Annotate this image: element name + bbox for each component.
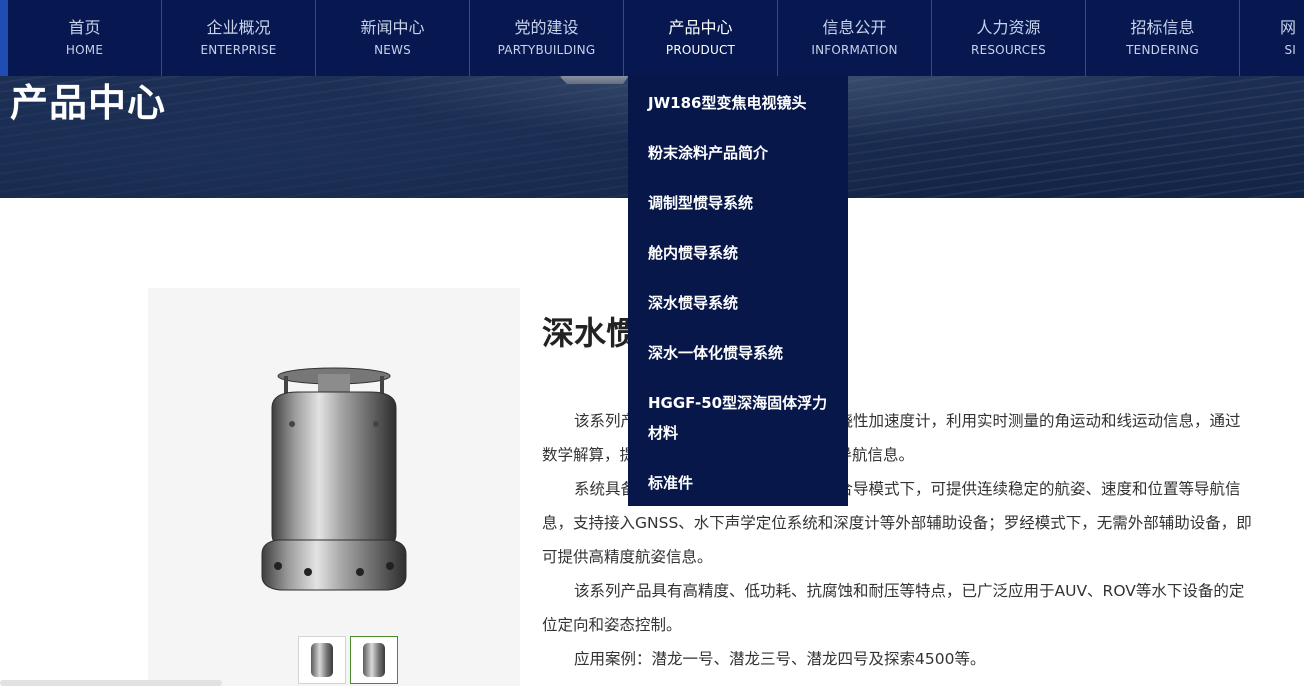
thumbnail-strip bbox=[298, 636, 398, 684]
description-paragraph: 该系列产品具有高精度、低功耗、抗腐蚀和耐压等特点，已广泛应用于AUV、ROV等水… bbox=[542, 582, 1245, 634]
nav-item-news[interactable]: 新闻中心 NEWS bbox=[316, 0, 470, 76]
menu-item-modulated-ins[interactable]: 调制型惯导系统 bbox=[628, 178, 848, 228]
horizontal-scrollbar[interactable] bbox=[0, 680, 222, 686]
thumbnail-2[interactable] bbox=[350, 636, 398, 684]
product-dropdown-menu: JW186型变焦电视镜头 粉末涂料产品简介 调制型惯导系统 舱内惯导系统 深水惯… bbox=[628, 76, 848, 506]
thumbnail-1[interactable] bbox=[298, 636, 346, 684]
nav-item-product[interactable]: 产品中心 PROUDUCT bbox=[624, 0, 778, 76]
nav-item-tendering[interactable]: 招标信息 TENDERING bbox=[1086, 0, 1240, 76]
menu-item-deepwater-ins[interactable]: 深水惯导系统 bbox=[628, 278, 848, 328]
banner-title: 产品中心 bbox=[10, 81, 167, 125]
product-image bbox=[261, 367, 407, 591]
menu-item-jw186-lens[interactable]: JW186型变焦电视镜头 bbox=[628, 78, 848, 128]
nav-item-sitemap[interactable]: 网 SI bbox=[1240, 0, 1296, 76]
nav-item-enterprise[interactable]: 企业概况 ENTERPRISE bbox=[162, 0, 316, 76]
description-paragraph: 应用案例：潜龙一号、潜龙三号、潜龙四号及探索4500等。 bbox=[574, 650, 986, 668]
thumbnail-image bbox=[363, 643, 385, 677]
top-nav: 首页 HOME 企业概况 ENTERPRISE 新闻中心 NEWS 党的建设 P… bbox=[0, 0, 1304, 76]
menu-item-cabin-ins[interactable]: 舱内惯导系统 bbox=[628, 228, 848, 278]
menu-item-powder-coating[interactable]: 粉末涂料产品简介 bbox=[628, 128, 848, 178]
menu-item-standard-parts[interactable]: 标准件 bbox=[628, 458, 848, 508]
nav-item-information[interactable]: 信息公开 INFORMATION bbox=[778, 0, 932, 76]
thumbnail-image bbox=[311, 643, 333, 677]
nav-item-partybuilding[interactable]: 党的建设 PARTYBUILDING bbox=[470, 0, 624, 76]
nav-item-resources[interactable]: 人力资源 RESOURCES bbox=[932, 0, 1086, 76]
nav-accent bbox=[0, 0, 8, 76]
menu-item-deepwater-integrated-ins[interactable]: 深水一体化惯导系统 bbox=[628, 328, 848, 378]
menu-item-buoyancy-material[interactable]: HGGF-50型深海固体浮力材料 bbox=[628, 378, 848, 458]
nav-item-home[interactable]: 首页 HOME bbox=[8, 0, 162, 76]
